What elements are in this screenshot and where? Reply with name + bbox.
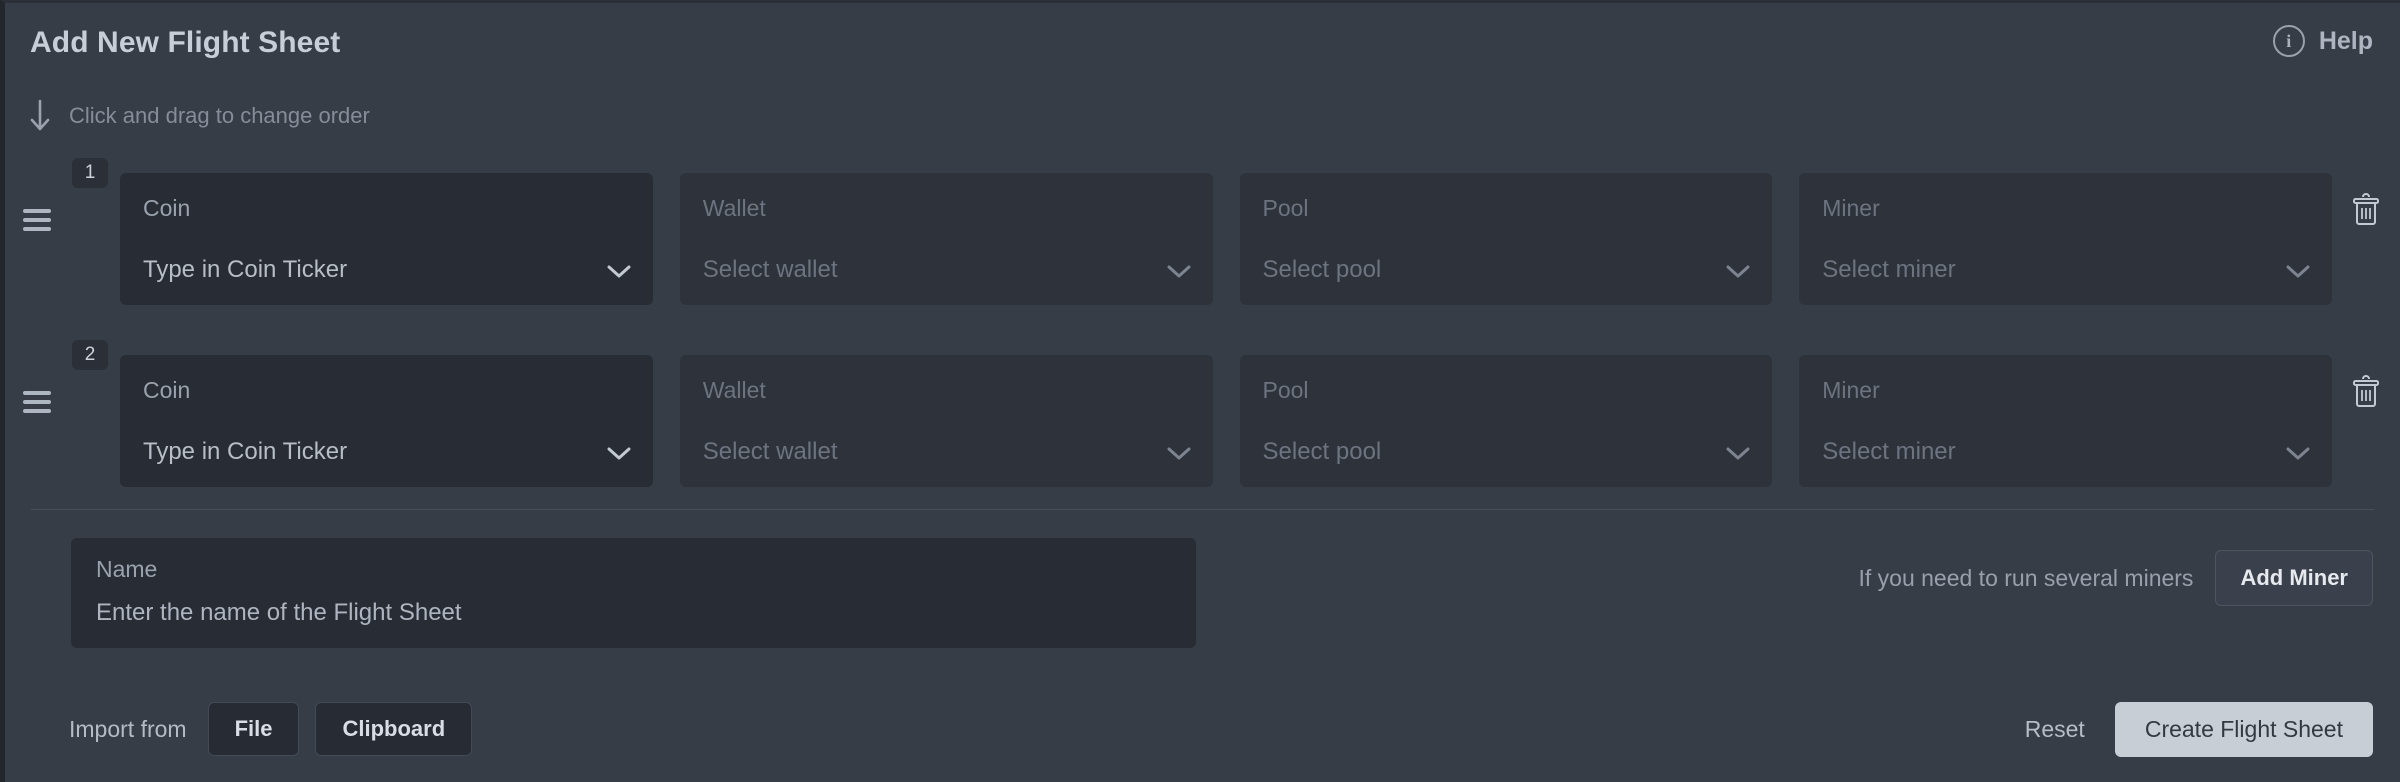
drag-handle-icon[interactable] (23, 209, 51, 236)
name-placeholder: Enter the name of the Flight Sheet (96, 599, 462, 627)
page-title: Add New Flight Sheet (30, 26, 340, 60)
import-from-label: Import from (69, 716, 187, 743)
footer-actions: Reset Create Flight Sheet (2025, 702, 2373, 757)
arrow-down-icon (29, 99, 51, 133)
panel-footer: Import from File Clipboard Reset Create … (5, 696, 2400, 774)
add-miner-group: If you need to run several miners Add Mi… (1858, 550, 2373, 606)
miner-value: Select miner (1822, 438, 1955, 466)
chevron-down-icon (1726, 447, 1750, 461)
coin-select[interactable]: Coin Type in Coin Ticker (120, 355, 653, 487)
coin-value: Type in Coin Ticker (143, 438, 347, 466)
row-index-badge: 1 (72, 158, 108, 188)
add-flight-sheet-panel: Add New Flight Sheet i Help Click and dr… (0, 0, 2400, 782)
info-circle-icon: i (2273, 25, 2305, 57)
drag-order-hint: Click and drag to change order (29, 99, 370, 133)
miner-select[interactable]: Miner Select miner (1799, 173, 2332, 305)
wallet-value: Select wallet (703, 256, 838, 284)
row-fields: Coin Type in Coin Ticker Wallet Select w… (120, 355, 2332, 487)
import-file-button[interactable]: File (208, 702, 300, 756)
miner-select[interactable]: Miner Select miner (1799, 355, 2332, 487)
chevron-down-icon (2286, 265, 2310, 279)
trash-icon (2350, 375, 2382, 409)
chevron-down-icon (607, 265, 631, 279)
drag-handle-line (23, 218, 51, 222)
drag-order-hint-text: Click and drag to change order (69, 103, 370, 129)
chevron-down-icon (607, 447, 631, 461)
chevron-down-icon (1167, 447, 1191, 461)
delete-row-button[interactable] (2350, 375, 2382, 409)
pool-label: Pool (1263, 377, 1309, 404)
wallet-select[interactable]: Wallet Select wallet (680, 355, 1213, 487)
pool-value: Select pool (1263, 256, 1382, 284)
add-miner-hint: If you need to run several miners (1858, 565, 2193, 592)
table-row: 1 Coin Type in Coin Ticker Wallet Select… (5, 151, 2400, 333)
chevron-down-icon (1167, 265, 1191, 279)
coin-label: Coin (143, 377, 190, 404)
table-row: 2 Coin Type in Coin Ticker Wallet Select… (5, 333, 2400, 515)
drag-handle-line (23, 400, 51, 404)
pool-select[interactable]: Pool Select pool (1240, 173, 1773, 305)
trash-icon (2350, 193, 2382, 227)
miner-label: Miner (1822, 377, 1880, 404)
wallet-label: Wallet (703, 377, 766, 404)
miner-label: Miner (1822, 195, 1880, 222)
miner-value: Select miner (1822, 256, 1955, 284)
chevron-down-icon (2286, 447, 2310, 461)
wallet-label: Wallet (703, 195, 766, 222)
import-clipboard-button[interactable]: Clipboard (315, 702, 472, 756)
delete-row-button[interactable] (2350, 193, 2382, 227)
pool-value: Select pool (1263, 438, 1382, 466)
help-label: Help (2319, 27, 2373, 56)
import-group: Import from File Clipboard (69, 702, 472, 756)
wallet-select[interactable]: Wallet Select wallet (680, 173, 1213, 305)
coin-value: Type in Coin Ticker (143, 256, 347, 284)
name-section: Name Enter the name of the Flight Sheet … (5, 538, 2400, 648)
drag-handle-icon[interactable] (23, 391, 51, 418)
drag-handle-line (23, 409, 51, 413)
coin-select[interactable]: Coin Type in Coin Ticker (120, 173, 653, 305)
drag-handle-line (23, 391, 51, 395)
help-button[interactable]: i Help (2273, 25, 2373, 57)
pool-select[interactable]: Pool Select pool (1240, 355, 1773, 487)
create-flight-sheet-button[interactable]: Create Flight Sheet (2115, 702, 2373, 757)
drag-handle-line (23, 227, 51, 231)
flight-sheet-rows: 1 Coin Type in Coin Ticker Wallet Select… (5, 151, 2400, 515)
reset-button[interactable]: Reset (2025, 716, 2085, 743)
drag-handle-line (23, 209, 51, 213)
section-divider (31, 509, 2374, 510)
flight-sheet-name-input[interactable]: Name Enter the name of the Flight Sheet (71, 538, 1196, 648)
row-index-badge: 2 (72, 340, 108, 370)
chevron-down-icon (1726, 265, 1750, 279)
panel-header: Add New Flight Sheet i Help (5, 3, 2400, 87)
name-label: Name (96, 556, 157, 583)
row-fields: Coin Type in Coin Ticker Wallet Select w… (120, 173, 2332, 305)
add-miner-button[interactable]: Add Miner (2215, 550, 2373, 606)
pool-label: Pool (1263, 195, 1309, 222)
wallet-value: Select wallet (703, 438, 838, 466)
coin-label: Coin (143, 195, 190, 222)
